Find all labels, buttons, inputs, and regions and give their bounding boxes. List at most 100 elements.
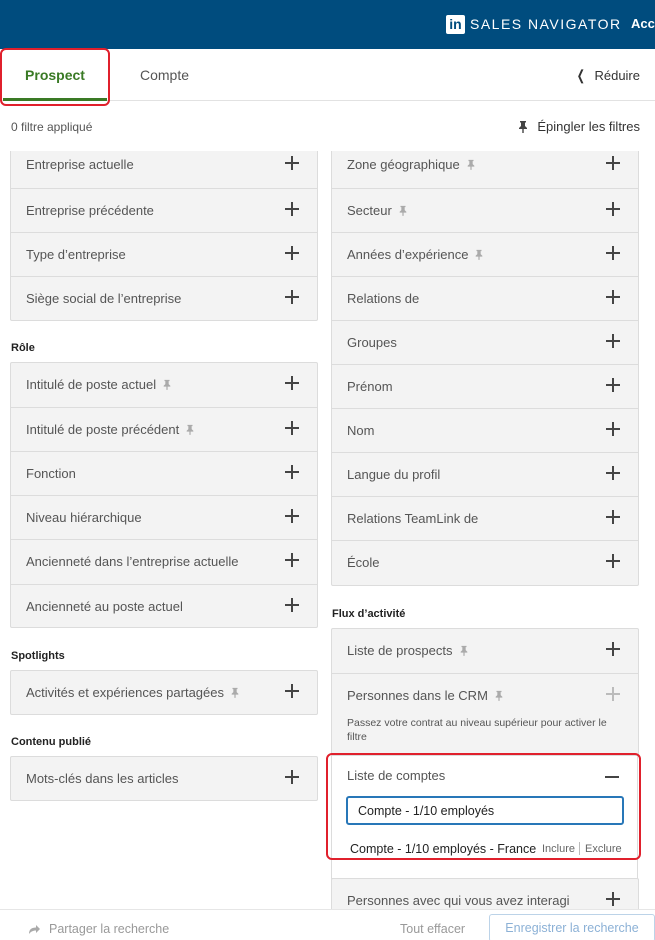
filter-label: Années d’expérience: [347, 247, 484, 262]
pin-icon: [467, 159, 475, 170]
filter-label: Niveau hiérarchique: [26, 510, 142, 525]
section-title-flux: Flux d’activité: [332, 608, 406, 620]
share-arrow-icon: [29, 924, 40, 934]
plus-icon[interactable]: [285, 684, 299, 698]
filter-row[interactable]: Niveau hiérarchique: [11, 495, 317, 539]
plus-icon[interactable]: [285, 770, 299, 784]
pin-icon: [399, 205, 407, 216]
pin-icon: [460, 645, 467, 656]
filter-row[interactable]: Langue du profil: [332, 452, 638, 496]
plus-icon[interactable]: [606, 334, 620, 348]
pin-filters-button[interactable]: Épingler les filtres: [517, 119, 640, 134]
brand[interactable]: in SALES NAVIGATOR: [446, 14, 622, 34]
filter-row[interactable]: Nom: [332, 408, 638, 452]
plus-icon-disabled: [606, 687, 620, 701]
filter-row[interactable]: Groupes: [332, 320, 638, 364]
plus-icon[interactable]: [285, 598, 299, 612]
filter-row[interactable]: Relations de: [332, 276, 638, 320]
filter-row[interactable]: Zone géographique: [332, 151, 638, 187]
filter-label[interactable]: Liste de comptes: [347, 768, 445, 783]
plus-icon[interactable]: [285, 202, 299, 216]
plus-icon[interactable]: [606, 892, 620, 906]
account-list-search-input[interactable]: [346, 796, 624, 825]
bottom-bar: Partager la recherche Tout effacer Enreg…: [0, 909, 655, 940]
personal-filters: Zone géographique Secteur Années d’expér…: [331, 151, 639, 586]
filter-row[interactable]: Prénom: [332, 364, 638, 408]
plus-icon[interactable]: [606, 554, 620, 568]
pin-filters-label: Épingler les filtres: [537, 119, 640, 134]
plus-icon[interactable]: [285, 421, 299, 435]
share-search-button[interactable]: Partager la recherche: [28, 922, 169, 936]
plus-icon[interactable]: [285, 246, 299, 260]
filter-row[interactable]: Entreprise actuelle: [11, 151, 317, 187]
filter-count: 0 filtre appliqué: [11, 120, 93, 134]
plus-icon[interactable]: [285, 553, 299, 567]
filter-row-crm: Personnes dans le CRM Passez votre contra…: [332, 673, 638, 756]
entreprise-filters: Entreprise actuelle Entreprise précédent…: [10, 151, 318, 321]
plus-icon[interactable]: [285, 509, 299, 523]
plus-icon[interactable]: [606, 246, 620, 260]
plus-icon[interactable]: [285, 290, 299, 304]
plus-icon[interactable]: [606, 290, 620, 304]
share-label: Partager la recherche: [49, 922, 170, 936]
filter-row[interactable]: Type d’entreprise: [11, 232, 317, 276]
filter-row[interactable]: Relations TeamLink de: [332, 496, 638, 540]
filter-label: Personnes avec qui vous avez interagi: [347, 893, 570, 908]
clear-all-button[interactable]: Tout effacer: [400, 922, 465, 936]
filter-row[interactable]: Ancienneté dans l’entreprise actuelle: [11, 539, 317, 583]
tab-compte[interactable]: Compte: [140, 49, 189, 101]
role-filters: Intitulé de poste actuel Intitulé de pos…: [10, 362, 318, 628]
section-title-role: Rôle: [11, 342, 35, 354]
account-link[interactable]: Acc: [631, 16, 655, 31]
suggestion-item[interactable]: Compte - 1/10 employés - France Inclure …: [350, 840, 626, 860]
filter-label: Intitulé de poste actuel: [26, 377, 172, 392]
filter-row[interactable]: Activités et expériences partagées: [11, 671, 317, 715]
filter-label: École: [347, 555, 380, 570]
filter-label: Groupes: [347, 335, 397, 350]
tab-prospect[interactable]: Prospect: [0, 49, 110, 101]
brand-name: SALES NAVIGATOR: [470, 16, 622, 32]
suggestion-label: Compte - 1/10 employés - France: [350, 842, 537, 856]
plus-icon[interactable]: [606, 642, 620, 656]
filter-row[interactable]: Intitulé de poste précédent: [11, 407, 317, 451]
filter-label: Langue du profil: [347, 467, 441, 482]
plus-icon[interactable]: [606, 156, 620, 170]
plus-icon[interactable]: [606, 422, 620, 436]
exclude-button[interactable]: Exclure: [585, 843, 622, 855]
filter-label: Secteur: [347, 203, 408, 218]
plus-icon[interactable]: [606, 202, 620, 216]
filter-bar: 0 filtre appliqué Épingler les filtres: [0, 101, 655, 151]
filter-row[interactable]: Personnes avec qui vous avez interagi: [332, 879, 638, 909]
filter-row[interactable]: Années d’expérience: [332, 232, 638, 276]
reduce-button[interactable]: ❮ Réduire: [575, 49, 640, 101]
section-title-contenu: Contenu publié: [11, 736, 92, 748]
filter-label: Type d’entreprise: [26, 247, 126, 262]
filter-label: Intitulé de poste précédent: [26, 422, 195, 437]
filter-row[interactable]: Mots-clés dans les articles: [11, 757, 317, 801]
plus-icon[interactable]: [285, 465, 299, 479]
filter-row[interactable]: École: [332, 540, 638, 584]
save-search-button[interactable]: Enregistrer la recherche: [489, 914, 655, 940]
filter-row[interactable]: Secteur: [332, 188, 638, 232]
filter-row[interactable]: Intitulé de poste actuel: [11, 363, 317, 407]
pin-icon: [163, 379, 171, 390]
filter-row[interactable]: Ancienneté au poste actuel: [11, 584, 317, 628]
plus-icon[interactable]: [606, 510, 620, 524]
plus-icon[interactable]: [285, 156, 299, 170]
plus-icon[interactable]: [606, 466, 620, 480]
collapse-icon[interactable]: [605, 776, 619, 778]
filter-label: Relations de: [347, 291, 420, 306]
pin-icon: [231, 687, 239, 698]
plus-icon[interactable]: [285, 376, 299, 390]
filter-row[interactable]: Liste de prospects: [332, 629, 638, 673]
filter-row[interactable]: Fonction: [11, 451, 317, 495]
filter-label: Zone géographique: [347, 157, 476, 172]
pin-icon: [186, 424, 194, 435]
chevron-left-icon: ❮: [576, 67, 585, 83]
filter-row[interactable]: Siège social de l’entreprise: [11, 276, 317, 320]
interacted-filter: Personnes avec qui vous avez interagi: [331, 878, 639, 909]
filter-row[interactable]: Entreprise précédente: [11, 188, 317, 232]
plus-icon[interactable]: [606, 378, 620, 392]
tab-bar: Prospect Compte ❮ Réduire: [0, 49, 655, 101]
include-button[interactable]: Inclure: [542, 843, 575, 855]
